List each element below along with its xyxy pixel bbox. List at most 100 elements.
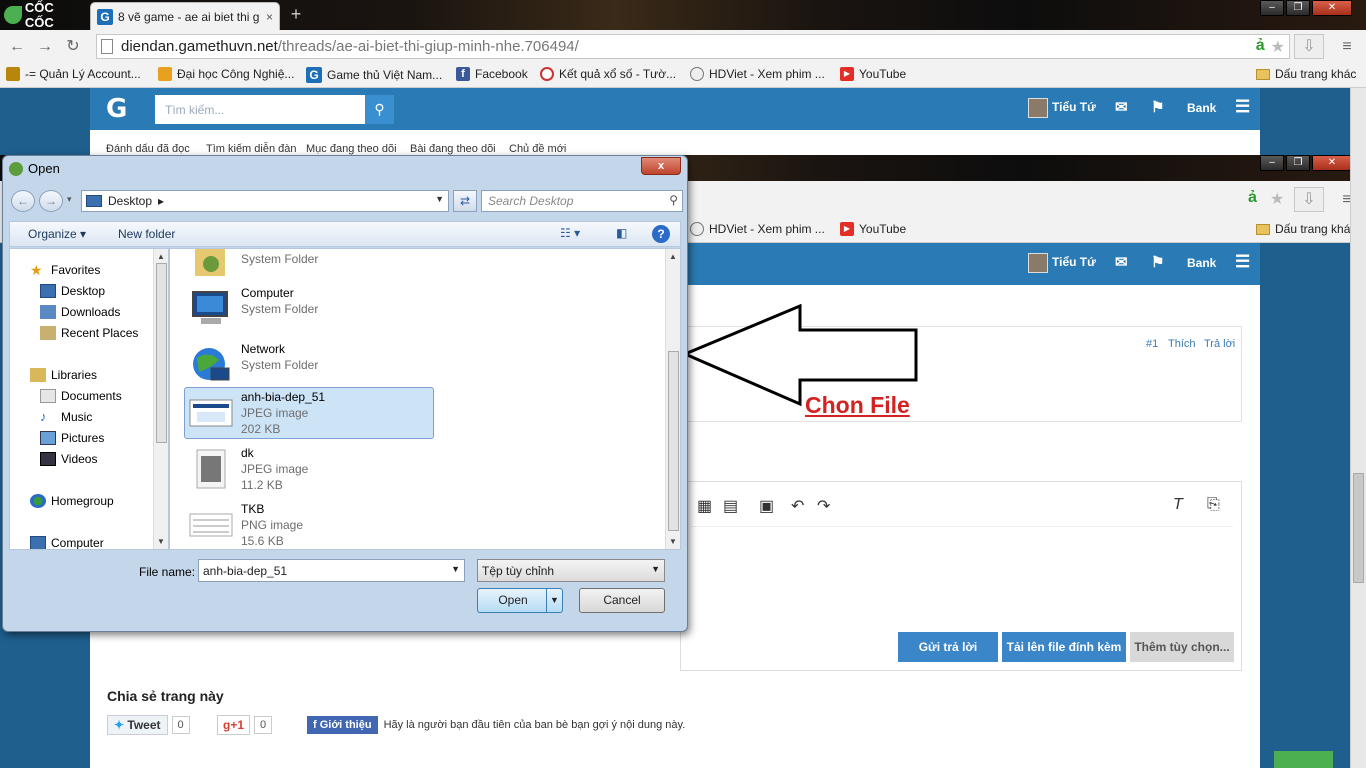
tab-close-icon[interactable]: × bbox=[266, 10, 273, 24]
subnav-watched-threads[interactable]: Bài đang theo dõi bbox=[410, 143, 496, 155]
toggle-bbcode-icon[interactable]: ⎘ bbox=[1207, 496, 1220, 514]
chevron-down-icon[interactable]: ▼ bbox=[435, 194, 444, 204]
search-icon[interactable]: ⚲ bbox=[365, 95, 394, 124]
forum-search-input[interactable]: Tìm kiếm... bbox=[155, 95, 365, 124]
editor-textarea[interactable] bbox=[691, 526, 1233, 626]
open-button[interactable]: Open ▼ bbox=[477, 588, 563, 613]
scrollbar-thumb[interactable] bbox=[156, 263, 167, 443]
like-link[interactable]: Thích bbox=[1168, 338, 1196, 350]
bookmark-item[interactable]: HDViet - Xem phim ... bbox=[690, 67, 825, 81]
bookmark-item[interactable]: Kết quả xổ số - Tườ... bbox=[540, 67, 676, 81]
submit-reply-button[interactable]: Gửi trả lời bbox=[898, 632, 998, 662]
open-split-arrow-icon[interactable]: ▼ bbox=[546, 589, 562, 612]
flag-icon[interactable]: ⚑ bbox=[1151, 98, 1164, 116]
minimize-button[interactable]: – bbox=[1260, 0, 1284, 16]
bookmark-item[interactable]: ▶ YouTube bbox=[840, 222, 906, 236]
other-bookmarks[interactable]: Dấu trang khác bbox=[1256, 222, 1356, 236]
location-breadcrumb[interactable]: Desktop ▸ ▼ bbox=[81, 190, 449, 212]
forward-arrow-icon[interactable]: → bbox=[34, 36, 56, 58]
subnav-new-threads[interactable]: Chủ đề mới bbox=[509, 143, 566, 155]
back-arrow-icon[interactable]: ← bbox=[6, 36, 28, 58]
new-tab-button[interactable]: + bbox=[286, 4, 306, 24]
scrollbar-thumb[interactable] bbox=[1353, 473, 1364, 583]
post-number[interactable]: #1 bbox=[1146, 338, 1158, 350]
subnav-mark-read[interactable]: Đánh dấu đã đọc bbox=[106, 143, 190, 155]
nav-videos[interactable]: Videos bbox=[40, 452, 97, 466]
subnav-watched-items[interactable]: Mục đang theo dõi bbox=[306, 143, 397, 155]
undo-icon[interactable]: ↶ bbox=[791, 496, 804, 516]
reload-icon[interactable]: ↻ bbox=[62, 36, 84, 58]
download-icon[interactable]: ⇩ bbox=[1294, 34, 1324, 59]
bank-link[interactable]: Bank bbox=[1187, 256, 1216, 270]
nav-downloads[interactable]: Downloads bbox=[40, 305, 120, 319]
address-bar[interactable]: diendan.gamethuvn.net /threads/ae-ai-bie… bbox=[96, 34, 1290, 59]
scroll-down-icon[interactable]: ▼ bbox=[157, 537, 165, 546]
preview-pane-icon[interactable]: ◧ bbox=[616, 226, 627, 240]
nav-desktop[interactable]: Desktop bbox=[40, 284, 105, 298]
file-list-scrollbar[interactable]: ▲ ▼ bbox=[665, 249, 680, 549]
green-corner-button[interactable] bbox=[1274, 751, 1333, 768]
scroll-up-icon[interactable]: ▲ bbox=[157, 252, 165, 261]
bookmark-star-icon[interactable]: ★ bbox=[1271, 37, 1285, 57]
subnav-search[interactable]: Tìm kiếm diễn đàn bbox=[206, 143, 296, 155]
change-view-icon[interactable]: ☷ ▾ bbox=[560, 226, 580, 240]
file-type-select[interactable]: Tệp tùy chỉnh ▼ bbox=[477, 559, 665, 582]
bookmark-star-icon[interactable]: ★ bbox=[1270, 189, 1284, 209]
nav-pane-scrollbar[interactable]: ▲ ▼ bbox=[153, 249, 168, 549]
organize-button[interactable]: Organize ▾ bbox=[28, 227, 86, 241]
file-item[interactable]: Computer System Folder bbox=[184, 283, 434, 335]
bookmark-item[interactable]: G Game thủ Việt Nam... bbox=[306, 67, 442, 83]
nav-favorites[interactable]: ★ Favorites bbox=[30, 263, 100, 277]
coccoc-addon-icon[interactable]: ả bbox=[1248, 189, 1257, 207]
page-scrollbar[interactable] bbox=[1350, 88, 1366, 768]
mail-icon[interactable]: ✉ bbox=[1115, 253, 1128, 271]
bank-link[interactable]: Bank bbox=[1187, 101, 1216, 115]
coccoc-addon-icon[interactable]: ả bbox=[1256, 37, 1265, 57]
file-item[interactable]: Network System Folder bbox=[184, 339, 434, 391]
bookmark-item[interactable]: f Facebook bbox=[456, 67, 528, 81]
back-icon[interactable]: ← bbox=[11, 190, 35, 212]
reply-link[interactable]: Trả lời bbox=[1204, 338, 1235, 350]
template-icon[interactable]: ▤ bbox=[723, 496, 738, 516]
scroll-down-icon[interactable]: ▼ bbox=[669, 537, 677, 546]
media-icon[interactable]: ▦ bbox=[697, 496, 712, 516]
bookmark-item[interactable]: -= Quản Lý Account... bbox=[6, 67, 141, 81]
flag-icon[interactable]: ⚑ bbox=[1151, 253, 1164, 271]
help-icon[interactable]: ? bbox=[652, 225, 670, 243]
recent-locations-icon[interactable]: ▾ bbox=[67, 194, 72, 205]
scrollbar-thumb[interactable] bbox=[668, 351, 679, 531]
bookmark-item[interactable]: ▶ YouTube bbox=[840, 67, 906, 81]
minimize-button[interactable]: – bbox=[1260, 155, 1284, 171]
forward-icon[interactable]: → bbox=[39, 190, 63, 212]
maximize-button[interactable]: ❐ bbox=[1286, 0, 1310, 16]
mail-icon[interactable]: ✉ bbox=[1115, 98, 1128, 116]
nav-libraries[interactable]: Libraries bbox=[30, 368, 97, 382]
menu-icon[interactable]: ≡ bbox=[1336, 36, 1358, 58]
other-bookmarks[interactable]: Dấu trang khác bbox=[1256, 67, 1356, 81]
refresh-icon[interactable]: ⇄ bbox=[453, 190, 477, 212]
upload-attachment-button[interactable]: Tải lên file đính kèm bbox=[1002, 632, 1126, 662]
user-menu[interactable]: Tiểu Tứ bbox=[1028, 98, 1096, 118]
coccoc-logo[interactable]: CỐC CỐC bbox=[4, 0, 86, 30]
file-item[interactable]: dk JPEG image 11.2 KB bbox=[184, 443, 434, 495]
nav-pictures[interactable]: Pictures bbox=[40, 431, 104, 445]
bookmark-item[interactable]: HDViet - Xem phim ... bbox=[690, 222, 825, 236]
facebook-intro-button[interactable]: f Giới thiệu bbox=[307, 716, 378, 734]
dialog-close-button[interactable]: x bbox=[641, 157, 681, 175]
remove-format-icon[interactable]: T bbox=[1173, 496, 1183, 514]
chevron-down-icon[interactable]: ▼ bbox=[451, 564, 460, 574]
user-menu[interactable]: Tiểu Tứ bbox=[1028, 253, 1096, 273]
download-icon[interactable]: ⇩ bbox=[1294, 187, 1324, 212]
cancel-button[interactable]: Cancel bbox=[579, 588, 665, 613]
gplus-button[interactable]: g+1 bbox=[217, 715, 251, 735]
redo-icon[interactable]: ↷ bbox=[817, 496, 830, 516]
close-window-button[interactable]: ✕ bbox=[1312, 0, 1352, 16]
forum-logo[interactable]: G bbox=[106, 94, 127, 124]
breadcrumb-chevron-icon[interactable]: ▸ bbox=[158, 194, 164, 208]
nav-recent-places[interactable]: Recent Places bbox=[40, 326, 138, 340]
file-name-input[interactable]: anh-bia-dep_51 ▼ bbox=[198, 559, 465, 582]
scroll-up-icon[interactable]: ▲ bbox=[669, 252, 677, 261]
hamburger-menu-icon[interactable]: ☰ bbox=[1235, 97, 1250, 117]
search-desktop-input[interactable]: Search Desktop ⚲ bbox=[481, 190, 683, 212]
hamburger-menu-icon[interactable]: ☰ bbox=[1235, 252, 1250, 272]
